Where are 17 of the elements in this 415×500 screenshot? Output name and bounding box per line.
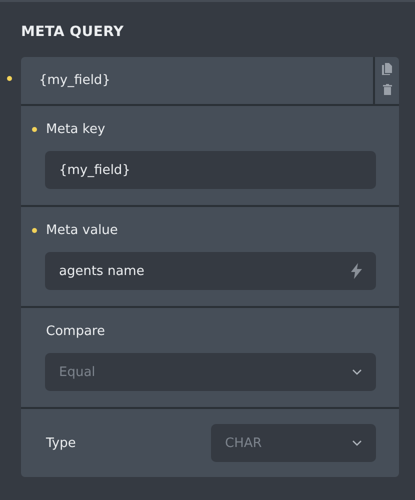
chevron-down-icon[interactable] — [352, 440, 362, 446]
field-label: Meta value — [46, 223, 118, 238]
input-field[interactable]: {my_field} — [45, 151, 376, 189]
chevron-down-icon[interactable] — [352, 369, 362, 375]
field-label: Type — [46, 436, 76, 450]
field-value: {my_field} — [59, 162, 130, 178]
field-placeholder: CHAR — [225, 436, 262, 450]
field-label: Compare — [46, 324, 105, 339]
delete-icon[interactable] — [382, 84, 392, 95]
lightning-icon[interactable] — [351, 263, 362, 279]
field-label: Meta key — [46, 122, 106, 137]
section-title: META QUERY — [21, 24, 125, 40]
copy-icon[interactable] — [382, 63, 392, 75]
input-field[interactable]: agents name — [45, 252, 376, 290]
query-item-label[interactable]: {my_field} — [21, 57, 373, 104]
field-placeholder: Equal — [59, 364, 96, 380]
field-value: agents name — [59, 264, 144, 278]
